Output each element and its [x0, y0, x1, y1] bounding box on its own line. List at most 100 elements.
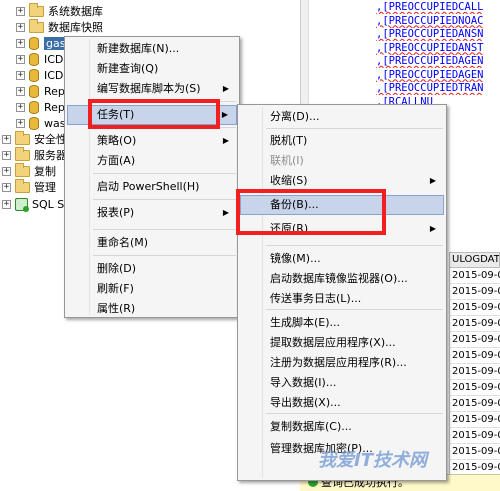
- tree-item[interactable]: + ICD: [16, 51, 63, 67]
- menu-item[interactable]: 传送事务日志(L)...: [240, 289, 444, 309]
- menu-item[interactable]: 删除(D): [67, 259, 237, 279]
- folder-icon: [15, 130, 30, 145]
- sql-line: ,[PREOCCUPIEDAGEN: [300, 55, 500, 68]
- sql-line: ,[PREOCCUPIEDANST: [300, 42, 500, 55]
- database-icon: [29, 84, 39, 98]
- submenu-arrow-icon: ▶: [222, 84, 229, 93]
- folder-icon: [15, 162, 30, 177]
- menu-item[interactable]: 收缩(S) ▶: [240, 171, 444, 191]
- sql-text: ,[PREOCCUPIEDNOAC: [376, 14, 484, 27]
- tree-item[interactable]: + 服务器: [2, 146, 67, 163]
- menu-item-label: 属性(R): [97, 302, 136, 315]
- results-grid-cell[interactable]: 2015-09-09: [449, 364, 500, 380]
- menu-item[interactable]: 新建数据库(N)...: [67, 39, 237, 59]
- menu-item[interactable]: 复制数据库(C)...: [240, 417, 444, 437]
- results-grid-header[interactable]: ULOGDATE: [449, 252, 500, 268]
- tree-item-label: 复制: [34, 165, 56, 178]
- tree-item[interactable]: + gas: [16, 35, 68, 51]
- menu-item-label: 注册为数据层应用程序(R)...: [270, 356, 407, 369]
- menu-item[interactable]: 方面(A): [67, 151, 237, 171]
- menu-item[interactable]: 分离(D)...: [240, 107, 444, 127]
- menu-separator: [93, 229, 236, 230]
- submenu-arrow-icon: ▶: [429, 224, 436, 233]
- submenu-arrow-icon: ▶: [429, 176, 436, 185]
- tree-item-label: 服务器: [34, 149, 67, 162]
- expand-toggle-icon[interactable]: +: [16, 6, 25, 16]
- expand-toggle-icon[interactable]: +: [2, 166, 11, 176]
- results-grid-cell[interactable]: 2015-09-09: [449, 428, 500, 444]
- expand-toggle-icon[interactable]: +: [2, 134, 11, 144]
- menu-item[interactable]: 提取数据层应用程序(X)...: [240, 333, 444, 353]
- menu-item-label: 提取数据层应用程序(X)...: [270, 336, 396, 349]
- results-grid-cell[interactable]: 2015-09-09: [449, 412, 500, 428]
- sql-line: ,[PREOCCUPIEDCALL: [300, 1, 500, 14]
- tree-item[interactable]: + SQL Se: [2, 196, 71, 212]
- tree-item-label: Rep: [44, 100, 65, 114]
- menu-item-label: 导出数据(X)...: [270, 396, 341, 409]
- menu-item[interactable]: 启动数据库镜像监视器(O)...: [240, 269, 444, 289]
- menu-item-label: 新建查询(Q): [97, 62, 159, 75]
- expand-toggle-icon[interactable]: +: [16, 102, 25, 112]
- menu-item[interactable]: 镜像(M)...: [240, 249, 444, 269]
- tree-item-label: Rep: [44, 84, 65, 98]
- menu-item[interactable]: 重命名(M): [67, 233, 237, 253]
- results-grid-cell[interactable]: 2015-09-09: [449, 396, 500, 412]
- expand-toggle-icon[interactable]: +: [2, 182, 11, 192]
- submenu-arrow-icon: ▶: [222, 136, 229, 145]
- menu-item[interactable]: 编写数据库脚本为(S) ▶: [67, 79, 237, 99]
- expand-toggle-icon[interactable]: +: [16, 54, 25, 64]
- submenu-arrow-icon: ▶: [222, 208, 229, 217]
- tree-item[interactable]: + Rep: [16, 99, 65, 115]
- tree-item[interactable]: + 管理: [2, 178, 56, 195]
- menu-item[interactable]: 脱机(T): [240, 131, 444, 151]
- database-icon: [29, 68, 39, 82]
- menu-item[interactable]: 策略(O) ▶: [67, 131, 237, 151]
- menu-item-label: 复制数据库(C)...: [270, 420, 352, 433]
- results-grid-cell[interactable]: 2015-09-09: [449, 284, 500, 300]
- results-grid-cell[interactable]: 2015-09-09: [449, 316, 500, 332]
- menu-item-label: 编写数据库脚本为(S): [97, 82, 201, 95]
- menu-item[interactable]: 报表(P) ▶: [67, 203, 237, 223]
- tree-item[interactable]: + 安全性: [2, 130, 67, 147]
- menu-item-label: 报表(P): [97, 206, 135, 219]
- tree-item[interactable]: + 系统数据库: [16, 2, 103, 19]
- sql-line: ,[PREOCCUPIEDAGEN: [300, 69, 500, 82]
- menu-separator: [266, 309, 443, 310]
- tree-item-label: ICD: [44, 68, 64, 82]
- tree-item-label: 管理: [34, 181, 56, 194]
- expand-toggle-icon[interactable]: +: [16, 38, 25, 48]
- tasks-submenu: 分离(D)... 脱机(T) 联机(I) 收缩(S) ▶ 备份(B)... 还原(R) ▶ 镜像…: [237, 104, 447, 481]
- results-grid-cell[interactable]: 2015-09-09: [449, 348, 500, 364]
- expand-toggle-icon[interactable]: +: [16, 22, 25, 32]
- sql-line: ,[PREOCCUPIEDTRAN: [300, 82, 500, 95]
- results-grid-cell[interactable]: 2015-09-09: [449, 332, 500, 348]
- menu-item[interactable]: 生成脚本(E)...: [240, 313, 444, 333]
- expand-toggle-icon[interactable]: +: [2, 150, 11, 160]
- expand-toggle-icon[interactable]: +: [2, 199, 11, 209]
- tree-item[interactable]: + Rep: [16, 83, 65, 99]
- tree-item[interactable]: + 数据库快照: [16, 18, 103, 35]
- expand-toggle-icon[interactable]: +: [16, 70, 25, 80]
- sql-text: ,[PREOCCUPIEDCALL: [376, 1, 484, 13]
- expand-toggle-icon[interactable]: +: [16, 118, 25, 128]
- results-grid-cell[interactable]: 2015-09-09: [449, 380, 500, 396]
- menu-item[interactable]: 刷新(F): [67, 279, 237, 299]
- database-context-menu: 新建数据库(N)... 新建查询(Q) 编写数据库脚本为(S) ▶ 任务(T) ▶ 策略(O…: [64, 36, 240, 318]
- tree-item-label: 安全性: [34, 133, 67, 146]
- menu-item[interactable]: 注册为数据层应用程序(R)...: [240, 353, 444, 373]
- results-grid-cell[interactable]: 2015-09-09: [449, 444, 500, 460]
- tree-item[interactable]: + was: [16, 115, 65, 131]
- folder-icon: [29, 2, 44, 17]
- menu-item-label: 重命名(M): [97, 236, 149, 249]
- menu-separator: [266, 128, 443, 129]
- menu-item[interactable]: 启动 PowerShell(H): [67, 177, 237, 197]
- menu-item[interactable]: 导入数据(I)...: [240, 373, 444, 393]
- menu-item[interactable]: 属性(R): [67, 299, 237, 319]
- results-grid-cell[interactable]: 2015-09-09: [449, 268, 500, 284]
- results-grid-cell[interactable]: 2015-09-09: [449, 300, 500, 316]
- menu-item[interactable]: 导出数据(X)...: [240, 393, 444, 413]
- expand-toggle-icon[interactable]: +: [16, 86, 25, 96]
- menu-item[interactable]: 新建查询(Q): [67, 59, 237, 79]
- tree-item[interactable]: + 复制: [2, 162, 56, 179]
- tree-item[interactable]: + ICD: [16, 67, 63, 83]
